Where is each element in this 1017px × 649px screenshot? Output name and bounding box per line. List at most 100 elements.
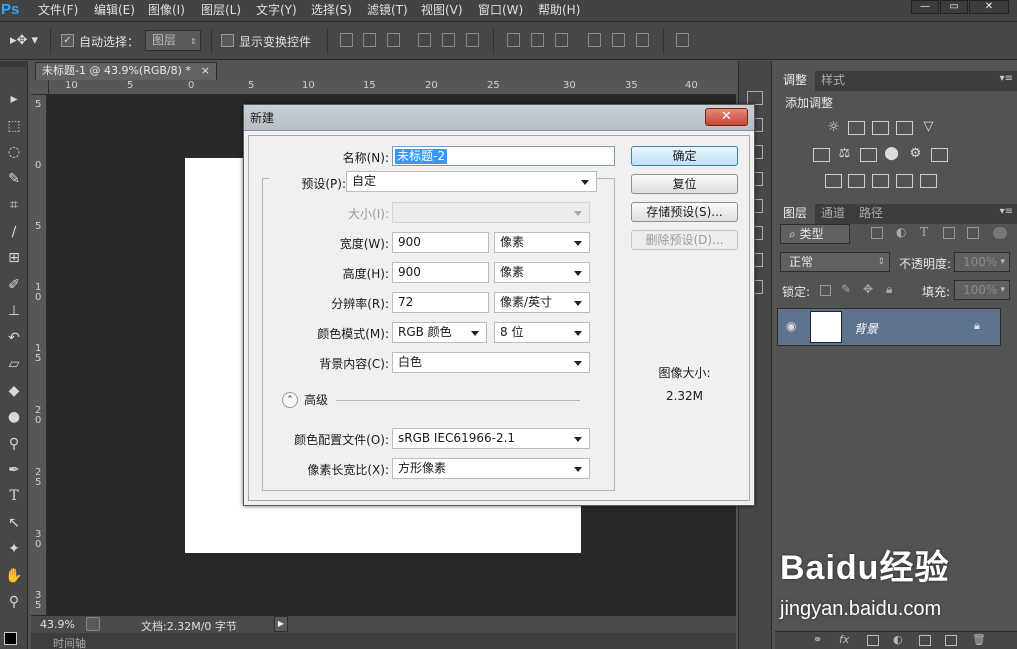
tab-layers[interactable]: 图层 (775, 204, 816, 224)
advanced-label[interactable]: 高级 (304, 390, 332, 410)
panel-menu-icon[interactable]: ▾≡ (1000, 206, 1013, 217)
hand-tool-icon[interactable]: ✋ (3, 565, 25, 587)
align-right-icon[interactable] (466, 33, 479, 47)
new-adjustment-icon[interactable]: ◐ (893, 633, 903, 646)
show-transform-checkbox[interactable] (221, 34, 234, 47)
ruler-origin[interactable] (31, 80, 49, 95)
bit-depth-select[interactable]: 8 位 (494, 322, 590, 343)
menu-type[interactable]: 文字(Y) (256, 0, 297, 22)
menu-view[interactable]: 视图(V) (421, 0, 463, 22)
tab-adjustments[interactable]: 调整 (775, 71, 816, 91)
link-layers-icon[interactable]: ⚭ (813, 633, 822, 646)
crop-tool-icon[interactable]: ⌗ (3, 194, 25, 216)
menu-edit[interactable]: 编辑(E) (94, 0, 135, 22)
filter-shape-icon[interactable] (943, 227, 955, 239)
brush-tool-icon[interactable]: ✐ (3, 274, 25, 296)
resolution-input[interactable]: 72 (392, 292, 489, 313)
hue-saturation-icon[interactable] (813, 148, 830, 162)
color-profile-select[interactable]: sRGB IEC61966-2.1 (392, 428, 590, 449)
gradient-map-icon[interactable] (920, 174, 937, 188)
photo-filter-icon[interactable]: ⬤ (883, 147, 900, 162)
height-input[interactable]: 900 (392, 262, 489, 283)
save-preset-button[interactable]: 存储预设(S)... (631, 202, 738, 222)
layer-kind-filter[interactable]: ⌕ 类型 (780, 224, 850, 244)
filter-smart-object-icon[interactable] (967, 227, 979, 239)
distribute-left-icon[interactable] (588, 33, 601, 47)
advanced-toggle-icon[interactable]: ⌃ (282, 392, 298, 408)
tab-styles[interactable]: 样式 (813, 71, 853, 91)
dodge-tool-icon[interactable]: ⚲ (3, 433, 25, 455)
invert-icon[interactable] (825, 174, 842, 188)
curves-icon[interactable] (872, 121, 889, 135)
distribute-right-icon[interactable] (636, 33, 649, 47)
distribute-vcenter-icon[interactable] (531, 33, 544, 47)
reset-button[interactable]: 复位 (631, 174, 738, 194)
quick-select-tool-icon[interactable]: ✎ (3, 168, 25, 190)
menu-layer[interactable]: 图层(L) (201, 0, 241, 22)
menu-help[interactable]: 帮助(H) (538, 0, 580, 22)
menu-filter[interactable]: 滤镜(T) (367, 0, 408, 22)
threshold-icon[interactable] (872, 174, 889, 188)
foreground-color-swatch[interactable] (4, 632, 17, 645)
move-tool-icon[interactable]: ▸ (3, 88, 25, 110)
eraser-tool-icon[interactable]: ▱ (3, 353, 25, 375)
align-vcenter-icon[interactable] (363, 33, 376, 47)
lock-all-icon[interactable]: 🔒︎ (886, 282, 892, 297)
exposure-icon[interactable] (896, 121, 913, 135)
menu-select[interactable]: 选择(S) (311, 0, 352, 22)
opacity-field[interactable]: 100% ▾ (954, 252, 1010, 272)
lasso-tool-icon[interactable]: ◌ (3, 141, 25, 163)
align-bottom-icon[interactable] (387, 33, 400, 47)
vertical-ruler[interactable]: 5 0 5 1 0 1 5 2 0 2 5 3 0 3 5 (31, 95, 47, 615)
width-unit-select[interactable]: 像素 (494, 232, 590, 253)
dialog-close-button[interactable]: ✕ (705, 108, 748, 126)
shape-tool-icon[interactable]: ✦ (3, 538, 25, 560)
blend-mode-select[interactable]: 正常 ⇕ (780, 252, 890, 272)
auto-select-checkbox[interactable]: ✓ (61, 34, 74, 47)
panel-menu-icon[interactable]: ▾≡ (1000, 73, 1013, 84)
pixel-aspect-select[interactable]: 方形像素 (392, 458, 590, 479)
menu-file[interactable]: 文件(F) (38, 0, 78, 22)
eye-icon[interactable]: ◉ (786, 319, 796, 333)
horizontal-ruler[interactable]: 10 5 0 5 10 15 20 25 30 35 40 (49, 80, 736, 95)
type-tool-icon[interactable]: T (3, 485, 25, 507)
filter-toggle-switch[interactable] (993, 227, 1007, 239)
layer-name[interactable]: 背景 (854, 320, 878, 337)
pen-tool-icon[interactable]: ✒ (3, 459, 25, 481)
levels-icon[interactable] (848, 121, 865, 135)
close-window-button[interactable]: ✕ (969, 0, 1009, 14)
move-tool-preset-icon[interactable]: ▸✥ ▾ (10, 33, 38, 48)
marquee-tool-icon[interactable]: ⬚ (3, 115, 25, 137)
zoom-tool-icon[interactable]: ⚲ (3, 591, 25, 613)
lock-transparent-icon[interactable] (820, 285, 831, 296)
zoom-level[interactable]: 43.9% (40, 618, 75, 631)
status-info-icon[interactable] (86, 617, 100, 631)
size-select[interactable] (392, 202, 590, 223)
distribute-bottom-icon[interactable] (555, 33, 568, 47)
color-lookup-icon[interactable] (931, 148, 948, 162)
filter-type-icon[interactable]: T (920, 225, 928, 239)
new-layer-icon[interactable] (945, 635, 957, 646)
selective-color-icon[interactable] (896, 174, 913, 188)
timeline-panel[interactable]: 时间轴 (31, 633, 736, 649)
auto-align-icon[interactable] (676, 33, 689, 47)
black-white-icon[interactable] (860, 148, 877, 162)
vibrance-icon[interactable]: ▽ (920, 120, 937, 135)
status-menu-arrow-icon[interactable]: ▶ (274, 616, 288, 632)
history-brush-tool-icon[interactable]: ↶ (3, 327, 25, 349)
layer-row[interactable]: ◉ 背景 🔒︎ (777, 308, 1001, 346)
distribute-hcenter-icon[interactable] (612, 33, 625, 47)
align-top-icon[interactable] (340, 33, 353, 47)
name-input[interactable]: 未标题-2 (392, 146, 615, 166)
align-left-icon[interactable] (418, 33, 431, 47)
tab-channels[interactable]: 通道 (813, 204, 853, 224)
tab-paths[interactable]: 路径 (851, 204, 891, 224)
blur-tool-icon[interactable]: ● (3, 406, 25, 428)
close-tab-icon[interactable]: × (201, 63, 210, 79)
background-select[interactable]: 白色 (392, 352, 590, 373)
ok-button[interactable]: 确定 (631, 146, 738, 166)
maximize-button[interactable]: ▭ (940, 0, 968, 14)
preset-select[interactable]: 自定 (346, 171, 597, 192)
minimize-button[interactable]: — (911, 0, 939, 14)
add-mask-icon[interactable] (867, 635, 879, 646)
